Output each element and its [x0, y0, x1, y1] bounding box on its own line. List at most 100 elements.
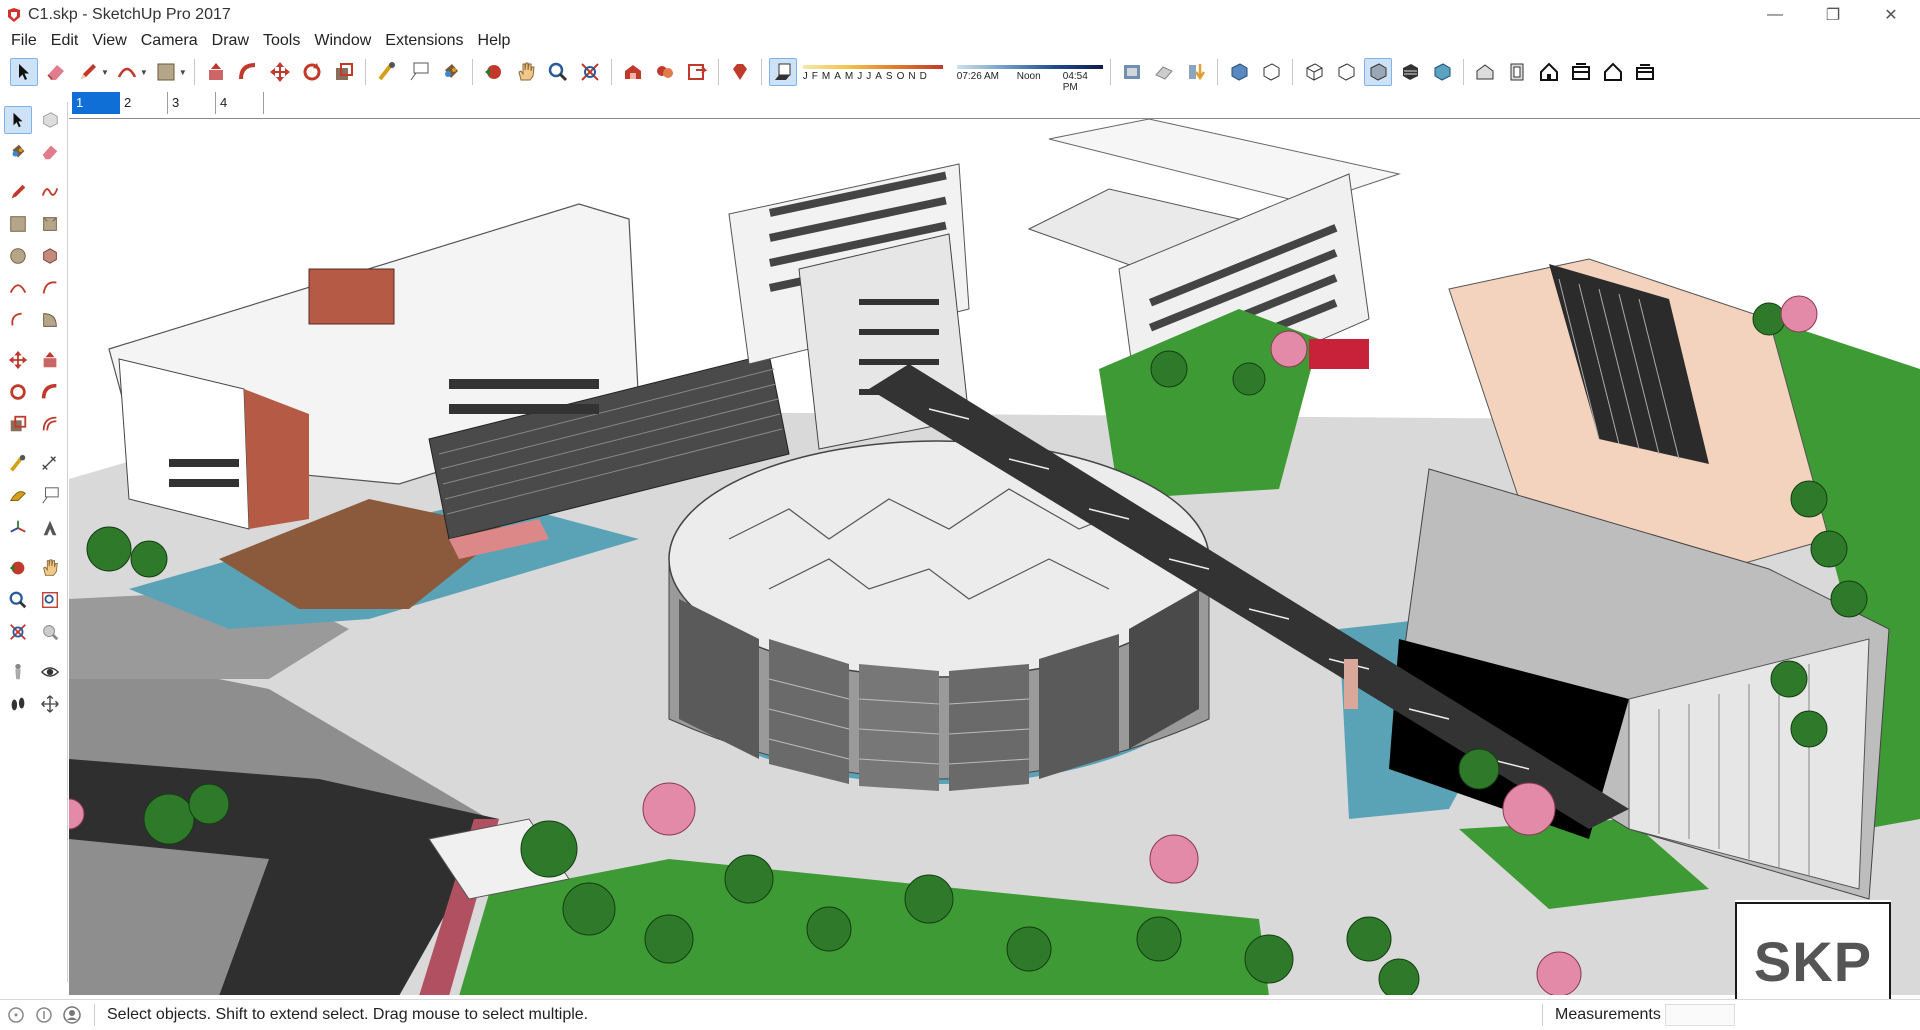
back-edges-button[interactable] — [1257, 58, 1285, 86]
select-tool-button[interactable] — [10, 58, 38, 86]
eraser-button[interactable] — [42, 58, 70, 86]
palette-rectangle-button[interactable] — [4, 210, 32, 238]
credits-icon[interactable] — [34, 1005, 54, 1025]
monochrome-button[interactable] — [1428, 58, 1456, 86]
extension-warehouse-button[interactable] — [651, 58, 679, 86]
arc-tool-button[interactable] — [113, 58, 141, 86]
back-view-button[interactable] — [1599, 58, 1627, 86]
palette-3d-text-button[interactable] — [36, 514, 64, 542]
menu-window[interactable]: Window — [307, 32, 378, 50]
menu-file[interactable]: File — [4, 32, 44, 50]
scene-tab-1[interactable]: 1 — [72, 92, 120, 114]
orbit-button[interactable] — [480, 58, 508, 86]
scene-tab-3[interactable]: 3 — [168, 92, 216, 114]
palette-axes-button[interactable] — [4, 514, 32, 542]
line-tool-button[interactable] — [74, 58, 102, 86]
menu-extensions[interactable]: Extensions — [378, 32, 470, 50]
extension-manager-button[interactable] — [726, 58, 754, 86]
follow-me-button[interactable] — [234, 58, 262, 86]
iso-view-button[interactable] — [1471, 58, 1499, 86]
match-photo-button[interactable] — [1118, 58, 1146, 86]
palette-protractor-button[interactable] — [4, 482, 32, 510]
model-viewport[interactable] — [69, 118, 1920, 995]
push-pull-button[interactable] — [202, 58, 230, 86]
palette-tape-measure-button[interactable] — [4, 450, 32, 478]
palette-position-camera-button[interactable] — [4, 658, 32, 686]
restore-button[interactable]: ❐ — [1804, 0, 1862, 30]
scene-tab-2[interactable]: 2 — [120, 92, 168, 114]
palette-orbit-button[interactable] — [4, 554, 32, 582]
top-view-button[interactable] — [1503, 58, 1531, 86]
move-button[interactable] — [266, 58, 294, 86]
layout-send-button[interactable] — [683, 58, 711, 86]
hidden-line-button[interactable] — [1332, 58, 1360, 86]
dropdown-arrow-icon[interactable]: ▼ — [140, 68, 148, 77]
close-button[interactable]: ✕ — [1862, 0, 1920, 30]
menu-draw[interactable]: Draw — [205, 32, 256, 50]
palette-text-button[interactable] — [36, 482, 64, 510]
palette-follow-me-button[interactable] — [36, 378, 64, 406]
paint-bucket-button[interactable] — [437, 58, 465, 86]
pan-button[interactable] — [512, 58, 540, 86]
palette-previous-view-button[interactable] — [36, 618, 64, 646]
palette-circle-button[interactable] — [4, 242, 32, 270]
palette-pan-button[interactable] — [36, 554, 64, 582]
scene-tab-4[interactable]: 4 — [216, 92, 264, 114]
palette-eraser-button[interactable] — [36, 138, 64, 166]
palette-arc-button[interactable] — [4, 274, 32, 302]
left-view-button[interactable] — [1631, 58, 1659, 86]
menu-view[interactable]: View — [85, 32, 133, 50]
palette-dimension-button[interactable] — [36, 450, 64, 478]
palette-rotate-button[interactable] — [4, 378, 32, 406]
menu-edit[interactable]: Edit — [44, 32, 86, 50]
xray-style-button[interactable] — [1225, 58, 1253, 86]
palette-freehand-button[interactable] — [36, 178, 64, 206]
text-tool-button[interactable] — [405, 58, 433, 86]
palette-zoom-window-button[interactable] — [36, 586, 64, 614]
palette-3point-arc-button[interactable] — [4, 306, 32, 334]
palette-rotated-rectangle-button[interactable] — [36, 210, 64, 238]
palette-push-pull-button[interactable] — [36, 346, 64, 374]
measurements-input[interactable] — [1665, 1004, 1735, 1026]
dropdown-arrow-icon[interactable]: ▼ — [179, 68, 187, 77]
palette-offset-button[interactable] — [36, 410, 64, 438]
front-view-button[interactable] — [1535, 58, 1563, 86]
tape-measure-button[interactable] — [373, 58, 401, 86]
month-slider[interactable]: JFMAMJJASOND — [799, 58, 949, 86]
palette-section-plane-button[interactable] — [36, 690, 64, 718]
menu-tools[interactable]: Tools — [256, 32, 307, 50]
palette-look-around-button[interactable] — [36, 658, 64, 686]
sandbox-tool-button[interactable] — [1150, 58, 1178, 86]
palette-polygon-button[interactable] — [36, 242, 64, 270]
right-view-button[interactable] — [1567, 58, 1595, 86]
shadows-toggle-button[interactable] — [768, 58, 797, 86]
palette-zoom-button[interactable] — [4, 586, 32, 614]
3d-warehouse-button[interactable] — [619, 58, 647, 86]
wireframe-button[interactable] — [1300, 58, 1328, 86]
palette-select-button[interactable] — [4, 106, 32, 134]
dropdown-arrow-icon[interactable]: ▼ — [101, 68, 109, 77]
scale-button[interactable] — [330, 58, 358, 86]
palette-move-button[interactable] — [4, 346, 32, 374]
palette-line-button[interactable] — [4, 178, 32, 206]
add-location-button[interactable] — [1182, 58, 1210, 86]
palette-scale-button[interactable] — [4, 410, 32, 438]
palette-paint-button[interactable] — [4, 138, 32, 166]
rotate-button[interactable] — [298, 58, 326, 86]
palette-pie-button[interactable] — [36, 306, 64, 334]
rectangle-tool-button[interactable] — [152, 58, 180, 86]
menu-help[interactable]: Help — [471, 32, 518, 50]
palette-zoom-extents-button[interactable] — [4, 618, 32, 646]
shaded-textures-button[interactable] — [1396, 58, 1424, 86]
minimize-button[interactable]: — — [1746, 0, 1804, 30]
palette-walk-button[interactable] — [4, 690, 32, 718]
time-slider[interactable]: 07:26 AM Noon 04:54 PM — [955, 58, 1105, 93]
zoom-button[interactable] — [544, 58, 572, 86]
palette-2point-arc-button[interactable] — [36, 274, 64, 302]
geo-location-icon[interactable] — [6, 1005, 26, 1025]
user-account-icon[interactable] — [62, 1005, 82, 1025]
zoom-extents-button[interactable] — [576, 58, 604, 86]
menu-camera[interactable]: Camera — [134, 32, 205, 50]
shaded-button[interactable] — [1363, 58, 1392, 86]
palette-make-component-button[interactable] — [36, 106, 64, 134]
